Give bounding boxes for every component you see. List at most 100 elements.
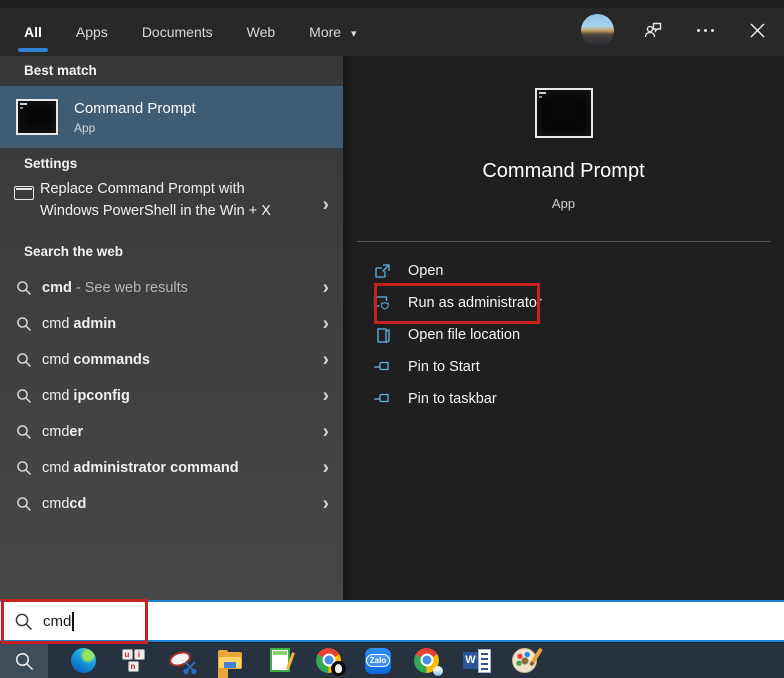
- settings-result[interactable]: Replace Command Prompt with Windows Powe…: [0, 176, 343, 234]
- chevron-right-icon: ›: [323, 279, 329, 298]
- web-suggestion-row[interactable]: cmd ipconfig ›: [0, 378, 343, 414]
- search-icon: [16, 316, 32, 332]
- filter-tabs: All Apps Documents Web More ▾: [24, 8, 357, 56]
- feedback-icon[interactable]: [640, 17, 666, 43]
- snipping-tool-icon[interactable]: [169, 648, 195, 674]
- action-label: Run as administrator: [408, 295, 542, 311]
- web-suggestion-text: cmder: [42, 424, 83, 440]
- file-explorer-icon[interactable]: [218, 648, 244, 674]
- close-icon[interactable]: [744, 17, 770, 43]
- edge-icon[interactable]: [71, 648, 97, 674]
- unikey-icon[interactable]: u i n: [120, 648, 146, 674]
- preview-panel: Command Prompt App Open Run a: [343, 56, 784, 601]
- web-suggestion-row[interactable]: cmdcd ›: [0, 486, 343, 522]
- word-letter: W: [463, 652, 478, 669]
- chevron-right-icon: ›: [323, 196, 329, 215]
- tab-documents-label: Documents: [142, 24, 213, 40]
- header-actions: [581, 8, 770, 52]
- best-match-section-label: Best match: [24, 63, 97, 78]
- web-suggestion-text: cmd administrator command: [42, 460, 239, 476]
- web-suggestion-row[interactable]: cmd admin ›: [0, 306, 343, 342]
- chevron-right-icon: ›: [323, 459, 329, 478]
- search-web-section-label: Search the web: [24, 244, 123, 259]
- tab-more-label: More: [309, 24, 341, 40]
- unikey-key: n: [128, 661, 139, 672]
- search-icon: [16, 424, 32, 440]
- shield-icon: [373, 294, 391, 312]
- chevron-down-icon: ▾: [351, 28, 357, 40]
- action-pin-to-taskbar[interactable]: Pin to taskbar: [343, 383, 784, 415]
- search-query-text: cmd: [43, 613, 71, 630]
- notepad-plus-icon[interactable]: [267, 648, 293, 674]
- text-cursor: [72, 612, 74, 631]
- taskbar-search-button[interactable]: [0, 643, 48, 678]
- search-icon: [16, 496, 32, 512]
- search-icon: [16, 352, 32, 368]
- action-pin-to-start[interactable]: Pin to Start: [343, 351, 784, 383]
- user-avatar[interactable]: [581, 14, 614, 47]
- chevron-right-icon: ›: [323, 315, 329, 334]
- action-label: Pin to taskbar: [408, 391, 497, 407]
- best-match-subtitle: App: [74, 121, 196, 135]
- results-panel: Best match Command Prompt App Settings R…: [0, 56, 343, 601]
- settings-section-label: Settings: [24, 156, 77, 171]
- open-icon: [373, 262, 391, 280]
- settings-result-line2: Windows PowerShell in the Win + X: [40, 200, 290, 222]
- tab-apps-label: Apps: [76, 24, 108, 40]
- chevron-right-icon: ›: [323, 387, 329, 406]
- folder-location-icon: [373, 326, 391, 344]
- chevron-right-icon: ›: [323, 423, 329, 442]
- tab-apps[interactable]: Apps: [76, 10, 108, 54]
- web-suggestion-text: cmd ipconfig: [42, 388, 130, 404]
- taskbar: u i n Zalo W: [0, 643, 784, 678]
- settings-window-icon: [14, 186, 34, 200]
- tab-documents[interactable]: Documents: [142, 10, 213, 54]
- preview-subtitle: App: [343, 196, 784, 211]
- web-suggestion-row[interactable]: cmder ›: [0, 414, 343, 450]
- tab-web[interactable]: Web: [247, 10, 276, 54]
- web-suggestion-row[interactable]: cmd - See web results ›: [0, 270, 343, 306]
- action-label: Pin to Start: [408, 359, 480, 375]
- chrome-icon[interactable]: [316, 648, 342, 674]
- word-icon[interactable]: W: [463, 648, 489, 674]
- chrome-icon-2[interactable]: [414, 648, 440, 674]
- action-open-file-location[interactable]: Open file location: [343, 319, 784, 351]
- action-list: Open Run as administrator Open file l: [343, 255, 784, 415]
- active-tab-underline: [18, 48, 48, 52]
- unikey-key: u: [122, 649, 133, 660]
- profile-badge: [331, 661, 346, 676]
- action-run-as-administrator[interactable]: Run as administrator: [343, 287, 784, 319]
- zalo-icon[interactable]: Zalo: [365, 648, 391, 674]
- best-match-title: Command Prompt: [74, 99, 196, 119]
- more-options-icon[interactable]: [692, 17, 718, 43]
- search-icon: [16, 388, 32, 404]
- tab-all[interactable]: All: [24, 10, 42, 54]
- search-icon: [14, 651, 34, 671]
- chevron-right-icon: ›: [323, 495, 329, 514]
- pin-icon: [373, 390, 391, 408]
- action-open[interactable]: Open: [343, 255, 784, 287]
- zalo-label: Zalo: [366, 654, 390, 667]
- tab-web-label: Web: [247, 24, 276, 40]
- search-input[interactable]: cmd: [0, 600, 784, 642]
- web-suggestion-row[interactable]: cmd administrator command ›: [0, 450, 343, 486]
- web-suggestion-row[interactable]: cmd commands ›: [0, 342, 343, 378]
- profile-badge: [433, 666, 443, 676]
- tab-all-label: All: [24, 24, 42, 40]
- web-suggestion-text: cmd commands: [42, 352, 150, 368]
- action-label: Open: [408, 263, 443, 279]
- web-suggestion-text: cmd admin: [42, 316, 116, 332]
- windows-search-panel: All Apps Documents Web More ▾: [0, 0, 784, 678]
- search-icon: [16, 460, 32, 476]
- preview-title: Command Prompt: [343, 160, 784, 183]
- search-filter-bar: All Apps Documents Web More ▾: [0, 0, 784, 56]
- settings-result-line1: Replace Command Prompt with: [40, 178, 290, 200]
- search-icon: [16, 280, 32, 296]
- paint-icon[interactable]: [512, 648, 538, 674]
- command-prompt-icon-large: [535, 88, 593, 138]
- chevron-right-icon: ›: [323, 351, 329, 370]
- unikey-key: i: [134, 649, 145, 660]
- tab-more[interactable]: More ▾: [309, 10, 356, 54]
- web-suggestion-text: cmd - See web results: [42, 280, 188, 296]
- best-match-result[interactable]: Command Prompt App: [0, 86, 343, 148]
